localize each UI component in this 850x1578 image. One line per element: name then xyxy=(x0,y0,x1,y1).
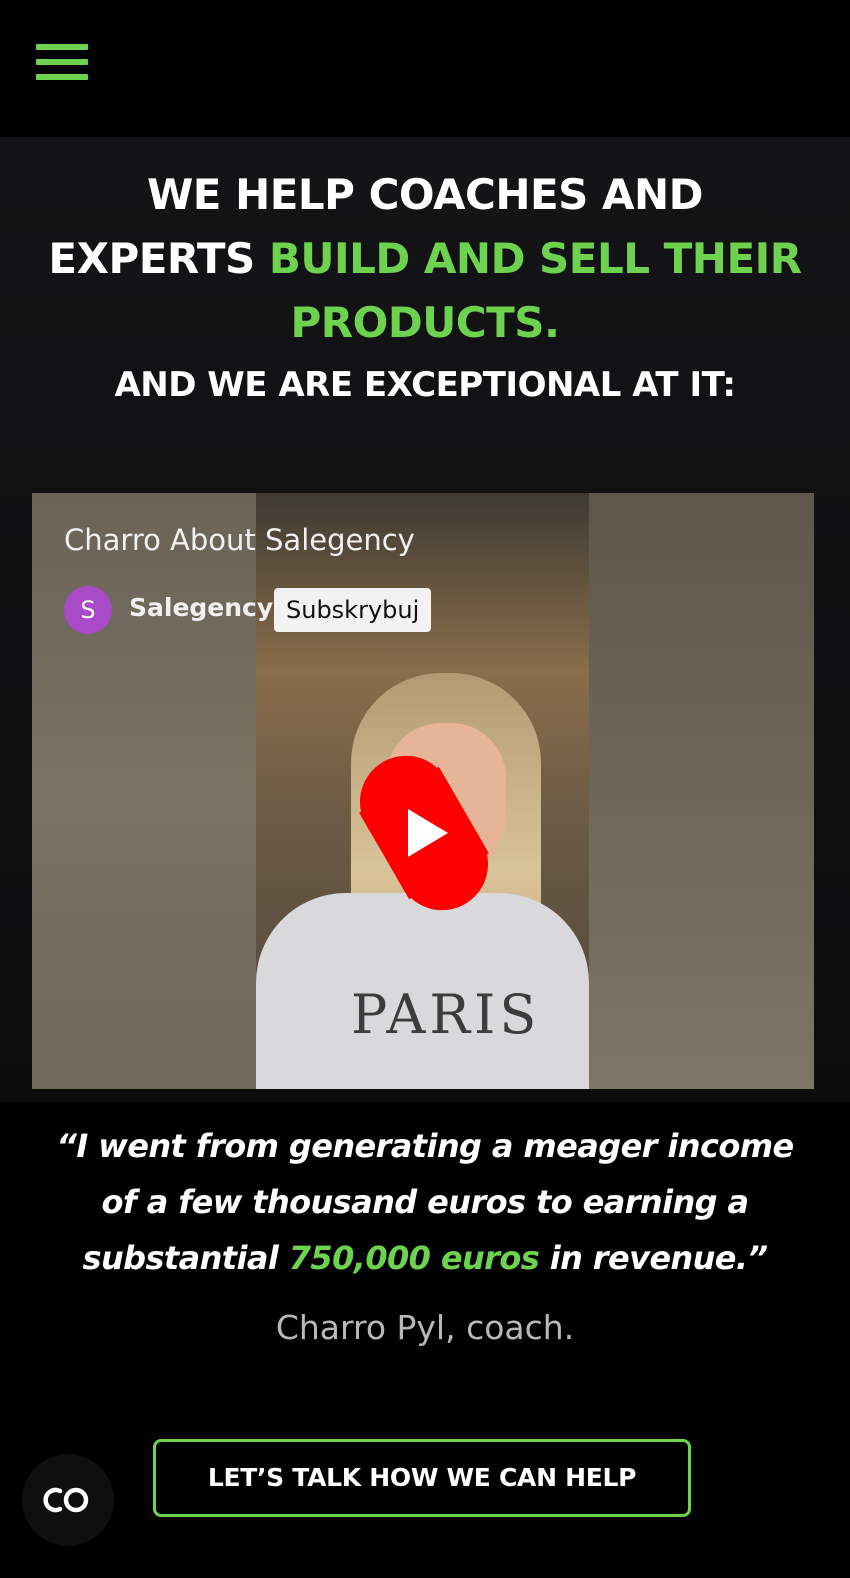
video-blur-right xyxy=(589,493,814,1089)
video-embed[interactable]: PARIS Charro About Salegency S Salegency… xyxy=(32,493,814,1089)
channel-name[interactable]: Salegency xyxy=(129,593,273,622)
video-blur-left xyxy=(32,493,256,1089)
youtube-shorts-play-icon[interactable] xyxy=(356,743,492,923)
hero-section: WE HELP COACHES AND EXPERTS BUILD AND SE… xyxy=(0,137,850,1102)
co-logo-icon xyxy=(43,1487,89,1513)
testimonial-quote: “I went from generating a meager income … xyxy=(40,1118,810,1286)
channel-avatar[interactable]: S xyxy=(64,586,112,634)
quote-highlight: 750,000 euros xyxy=(288,1239,540,1277)
testimonial-author: Charro Pyl, coach. xyxy=(275,1308,575,1347)
floating-widget-button[interactable] xyxy=(22,1454,114,1546)
headline-line2-green: BUILD AND SELL THEIR xyxy=(268,234,802,283)
quote-part2: in revenue.” xyxy=(539,1239,768,1277)
headline-line3-green: PRODUCTS. xyxy=(290,298,560,347)
headline-line1: WE HELP COACHES AND xyxy=(146,170,704,219)
hoodie-text: PARIS xyxy=(351,983,541,1046)
headline-line2-white: EXPERTS xyxy=(48,234,269,283)
top-navigation-bar xyxy=(0,0,850,137)
hero-subheadline: AND WE ARE EXCEPTIONAL AT IT: xyxy=(114,365,736,405)
video-title[interactable]: Charro About Salegency xyxy=(64,523,415,557)
hero-headline: WE HELP COACHES AND EXPERTS BUILD AND SE… xyxy=(20,163,830,355)
subscribe-button[interactable]: Subskrybuj xyxy=(274,588,432,632)
contact-cta-button[interactable]: LET’S TALK HOW WE CAN HELP xyxy=(153,1439,691,1517)
hamburger-menu-icon[interactable] xyxy=(36,44,88,80)
